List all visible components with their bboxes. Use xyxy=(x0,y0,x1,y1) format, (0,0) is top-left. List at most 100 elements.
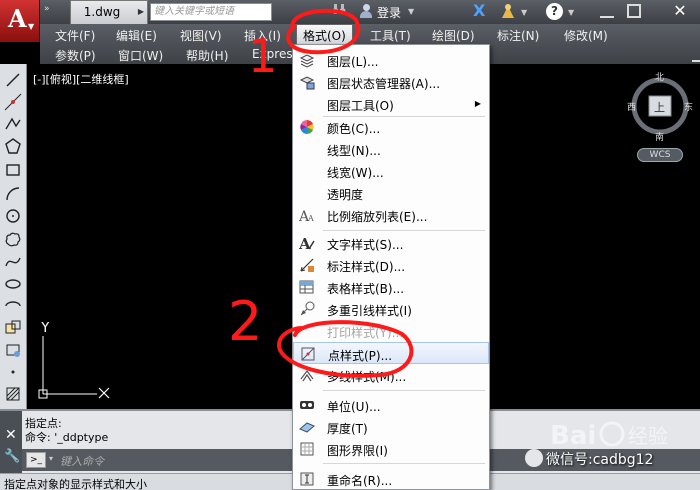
viewport-controls-label[interactable]: [-][俯视][二维线框] xyxy=(33,71,129,87)
wcs-menu-button[interactable]: WCS xyxy=(637,148,683,162)
exchange-dropdown-icon[interactable]: ▼ xyxy=(521,8,527,17)
polyline-tool-icon[interactable] xyxy=(3,114,23,134)
command-window-handle[interactable]: ✕ 🔧 xyxy=(0,411,22,475)
doc-minimize-icon[interactable] xyxy=(692,52,700,62)
autocad-logo-icon: A xyxy=(8,4,27,33)
menu-item-layer-tools[interactable]: 图层工具(O) ▶ xyxy=(293,93,489,115)
svg-text:A: A xyxy=(307,214,314,223)
menu-item-label: 图层工具(O) xyxy=(327,99,394,113)
file-tab-dropdown-icon[interactable]: ▶ xyxy=(138,1,144,23)
viewcube-south[interactable]: 南 xyxy=(655,131,664,143)
command-history: 指定点: 命令: '_ddptype xyxy=(25,417,108,445)
menu-edit[interactable]: 编辑(E) xyxy=(116,27,157,44)
ellipse-tool-icon[interactable] xyxy=(3,274,23,294)
menu-item-units[interactable]: 单位(U)... xyxy=(293,394,489,416)
search-input[interactable]: 键入关键字或短语 xyxy=(150,3,272,21)
menu-modify[interactable]: 修改(M) xyxy=(564,27,608,44)
thickness-icon xyxy=(299,422,315,433)
command-history-line: 命令: '_ddptype xyxy=(25,431,109,444)
menu-item-scale-list[interactable]: AA 比例缩放列表(E)... xyxy=(293,204,489,226)
insert-block-tool-icon[interactable] xyxy=(3,318,23,338)
menu-item-layer[interactable]: 图层(L)... xyxy=(293,49,489,71)
line-tool-icon[interactable] xyxy=(3,70,23,90)
menu-help[interactable]: 帮助(H) xyxy=(186,47,228,64)
menu-window[interactable]: 窗口(W) xyxy=(118,47,163,64)
close-icon[interactable]: ✕ xyxy=(5,427,17,443)
layers-icon xyxy=(299,54,315,68)
binoculars-icon[interactable] xyxy=(332,2,346,20)
menu-item-text-style[interactable]: A 文字样式(S)... xyxy=(293,232,489,254)
revision-cloud-tool-icon[interactable] xyxy=(3,230,23,250)
window-maximize-icon[interactable] xyxy=(627,4,641,18)
viewcube[interactable]: 上 北 南 东 西 xyxy=(627,70,697,146)
menu-item-label: 多线样式(M)... xyxy=(327,370,407,384)
point-style-icon xyxy=(301,347,315,361)
svg-text:Bai: Bai xyxy=(550,421,596,451)
watermark-caption: 微信号:cadbg12 xyxy=(546,452,654,468)
wrench-icon[interactable]: 🔧 xyxy=(4,449,20,464)
menu-item-label: 标注样式(D)... xyxy=(327,260,406,274)
menu-item-rename[interactable]: 重命名(R)... xyxy=(293,468,489,490)
menu-dimension[interactable]: 标注(N) xyxy=(497,27,539,44)
polygon-tool-icon[interactable] xyxy=(3,136,23,156)
menu-item-dim-style[interactable]: 标注样式(D)... xyxy=(293,254,489,276)
menu-item-linetype[interactable]: 线型(N)... xyxy=(293,138,489,160)
menu-item-thickness[interactable]: 厚度(T) xyxy=(293,416,489,438)
text-style-icon: A xyxy=(299,235,315,251)
dim-style-icon xyxy=(300,258,314,272)
menu-draw[interactable]: 绘图(D) xyxy=(432,27,475,44)
menu-view[interactable]: 视图(V) xyxy=(180,27,222,44)
spline-tool-icon[interactable] xyxy=(3,252,23,272)
help-icon[interactable]: ? xyxy=(546,3,563,20)
window-minimize-icon[interactable] xyxy=(600,4,614,18)
login-dropdown-icon[interactable]: ▼ xyxy=(408,7,414,16)
menu-item-mline-style[interactable]: 多线样式(M)... xyxy=(293,364,489,386)
menu-item-color[interactable]: 颜色(C)... xyxy=(293,116,489,138)
menu-item-label: 单位(U)... xyxy=(327,400,381,414)
construction-line-tool-icon[interactable] xyxy=(3,92,23,112)
menu-item-transparency[interactable]: 透明度 xyxy=(293,182,489,204)
menu-item-table-style[interactable]: 表格样式(B)... xyxy=(293,276,489,298)
menu-item-label: 打印样式(Y)... xyxy=(327,326,404,340)
menu-item-point-style[interactable]: 点样式(P)... xyxy=(293,342,489,364)
menu-parametric[interactable]: 参数(P) xyxy=(55,47,96,64)
menu-item-label: 厚度(T) xyxy=(327,422,368,436)
point-tool-icon[interactable] xyxy=(3,362,23,382)
autodesk-app-icon[interactable] xyxy=(500,2,516,20)
file-tab[interactable]: 1.dwg ▶ xyxy=(70,0,148,24)
command-prompt-icon[interactable]: >_ xyxy=(26,452,46,468)
menu-separator xyxy=(323,390,485,391)
menu-tools[interactable]: 工具(T) xyxy=(370,27,411,44)
menu-express[interactable]: Expres xyxy=(252,47,293,61)
circle-tool-icon[interactable] xyxy=(3,206,23,226)
menu-item-label: 线宽(W)... xyxy=(327,166,384,180)
application-menu-button[interactable]: A ▼ xyxy=(0,0,40,42)
exchange-x-icon[interactable]: X xyxy=(473,1,485,20)
ellipse-arc-tool-icon[interactable] xyxy=(3,296,23,316)
file-tab-label: 1.dwg xyxy=(83,5,121,19)
login-label[interactable]: 登录 xyxy=(377,4,401,21)
menu-item-lineweight[interactable]: 线宽(W)... xyxy=(293,160,489,182)
menu-item-label: 重命名(R)... xyxy=(327,474,393,488)
rectangle-tool-icon[interactable] xyxy=(3,160,23,180)
menu-file[interactable]: 文件(F) xyxy=(55,27,95,44)
user-icon[interactable] xyxy=(360,3,372,19)
viewcube-east[interactable]: 东 xyxy=(684,101,693,113)
menu-insert[interactable]: 插入(I) xyxy=(244,27,292,44)
menu-item-label: 文字样式(S)... xyxy=(327,238,404,252)
viewcube-north[interactable]: 北 xyxy=(655,72,664,83)
window-close-icon[interactable]: ✕ xyxy=(660,0,700,22)
help-dropdown-icon[interactable]: ▼ xyxy=(568,8,574,17)
quick-access-expand-icon[interactable]: » xyxy=(44,4,50,14)
menu-item-layer-state-manager[interactable]: 图层状态管理器(A)... xyxy=(293,71,489,93)
make-block-tool-icon[interactable] xyxy=(3,340,23,360)
hatch-tool-icon[interactable] xyxy=(3,384,23,404)
viewcube-top-face[interactable]: 上 xyxy=(654,101,665,114)
menu-item-drawing-limits[interactable]: 图形界限(I) xyxy=(293,438,489,460)
command-recent-dropdown-icon[interactable]: ▾ xyxy=(49,454,53,463)
units-icon xyxy=(300,401,314,409)
wechat-icon xyxy=(525,449,543,467)
menu-item-mleader-style[interactable]: 多重引线样式(I) xyxy=(293,298,489,320)
viewcube-west[interactable]: 西 xyxy=(627,102,636,113)
arc-tool-icon[interactable] xyxy=(3,184,23,204)
